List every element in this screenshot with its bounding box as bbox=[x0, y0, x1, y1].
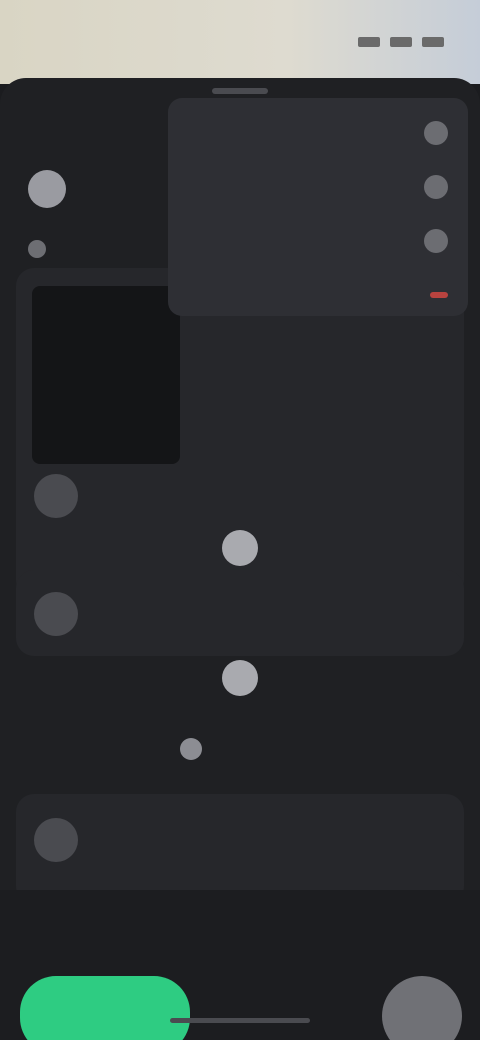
circle-icon bbox=[424, 121, 448, 145]
add-item-button[interactable] bbox=[180, 738, 212, 760]
avatar bbox=[28, 170, 66, 208]
round-action-button[interactable] bbox=[382, 976, 462, 1040]
sheet-grabber[interactable] bbox=[212, 88, 268, 94]
section-label bbox=[28, 240, 56, 258]
circle-icon bbox=[424, 229, 448, 253]
secondary-button[interactable] bbox=[238, 990, 348, 1040]
battery-icon bbox=[422, 37, 444, 47]
item-card-2[interactable] bbox=[16, 570, 464, 656]
bottom-sheet: ⌄ ⇪ + bbox=[0, 78, 480, 1040]
item-icon bbox=[34, 818, 78, 862]
link-connector-icon[interactable] bbox=[222, 530, 258, 566]
status-icons bbox=[358, 37, 444, 47]
plus-circle-icon bbox=[180, 738, 202, 760]
wifi-icon bbox=[390, 37, 412, 47]
menu-item-3[interactable] bbox=[168, 214, 468, 268]
item-card-3[interactable] bbox=[16, 794, 464, 904]
clock-icon bbox=[28, 240, 46, 258]
status-bar bbox=[0, 0, 480, 84]
profile[interactable] bbox=[28, 170, 78, 208]
link-connector-icon[interactable] bbox=[222, 660, 258, 696]
minus-icon bbox=[430, 292, 448, 298]
signal-icon bbox=[358, 37, 380, 47]
menu-item-2[interactable] bbox=[168, 160, 468, 214]
menu-item-delete[interactable] bbox=[168, 268, 468, 322]
context-menu bbox=[168, 98, 468, 316]
circle-icon bbox=[424, 175, 448, 199]
menu-item-1[interactable] bbox=[168, 106, 468, 160]
home-indicator bbox=[170, 1018, 310, 1023]
item-icon bbox=[34, 474, 78, 518]
primary-button[interactable] bbox=[20, 976, 190, 1040]
item-icon bbox=[34, 592, 78, 636]
thumbnail bbox=[32, 286, 180, 464]
